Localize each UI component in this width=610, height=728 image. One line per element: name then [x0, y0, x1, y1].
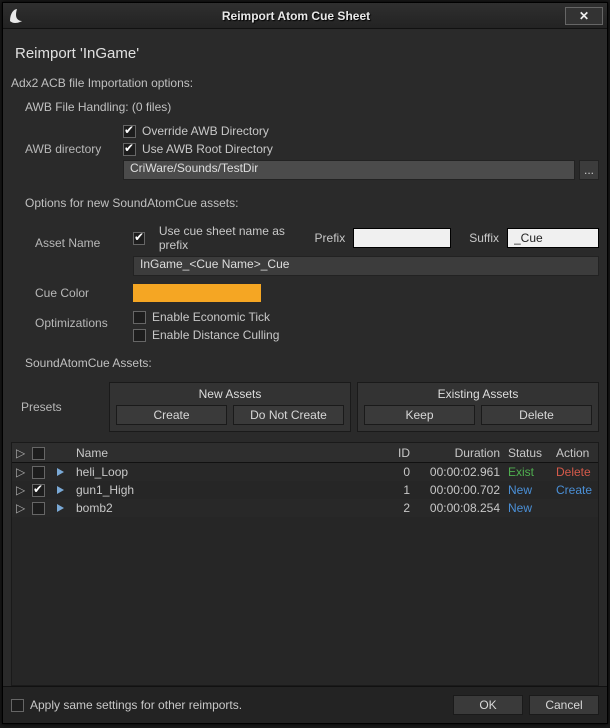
preset-keep-button[interactable]: Keep [364, 405, 475, 425]
existing-assets-group: Existing Assets Keep Delete [357, 382, 599, 432]
row-duration: 00:00:02.961 [414, 465, 504, 479]
awb-handling-label: AWB File Handling: (0 files) [25, 100, 599, 114]
row-expand-toggle[interactable]: ▷ [12, 483, 28, 497]
col-action[interactable]: Action [552, 446, 598, 460]
asset-name-preview: InGame_<Cue Name>_Cue [133, 256, 599, 276]
row-checkbox[interactable] [32, 466, 45, 479]
preset-delete-button[interactable]: Delete [481, 405, 592, 425]
preset-create-button[interactable]: Create [116, 405, 227, 425]
row-checkbox[interactable] [32, 502, 45, 515]
awb-path-input[interactable]: CriWare/Sounds/TestDir [123, 160, 575, 180]
play-icon[interactable] [48, 483, 72, 497]
row-name: bomb2 [72, 501, 378, 515]
footer: Apply same settings for other reimports.… [3, 686, 607, 723]
new-assets-group: New Assets Create Do Not Create [109, 382, 351, 432]
row-status: New [504, 501, 552, 515]
apply-same-settings-label: Apply same settings for other reimports. [30, 698, 242, 712]
col-name[interactable]: Name [72, 446, 378, 460]
awb-directory-label: AWB directory [25, 120, 123, 156]
table-body: ▷ heli_Loop000:00:02.961ExistDelete ▷ gun1_… [12, 463, 598, 517]
row-name: gun1_High [72, 483, 378, 497]
table-row[interactable]: ▷ bomb2200:00:08.254New [12, 499, 598, 517]
enable-economic-tick-checkbox[interactable] [133, 311, 146, 324]
asset-name-label: Asset Name [35, 220, 133, 250]
new-cue-options-label: Options for new SoundAtomCue assets: [11, 196, 599, 210]
enable-distance-culling-label: Enable Distance Culling [152, 328, 279, 342]
suffix-input[interactable] [507, 228, 599, 248]
row-id: 2 [378, 501, 414, 515]
override-awb-label: Override AWB Directory [142, 124, 269, 138]
use-awb-root-checkbox[interactable] [123, 143, 136, 156]
apply-same-settings-checkbox[interactable] [11, 699, 24, 712]
page-title: Reimport 'InGame' [11, 39, 599, 72]
row-status: New [504, 483, 552, 497]
existing-assets-title: Existing Assets [364, 387, 592, 401]
close-button[interactable]: ✕ [565, 7, 603, 25]
row-status: Exist [504, 465, 552, 479]
expand-all-toggle[interactable]: ▷ [12, 446, 28, 460]
preset-do-not-create-button[interactable]: Do Not Create [233, 405, 344, 425]
row-checkbox[interactable] [32, 484, 45, 497]
soundatomcue-assets-label: SoundAtomCue Assets: [11, 356, 599, 370]
use-awb-root-label: Use AWB Root Directory [142, 142, 273, 156]
row-expand-toggle[interactable]: ▷ [12, 465, 28, 479]
prefix-label: Prefix [315, 231, 346, 245]
cue-color-label: Cue Color [35, 286, 133, 300]
window-title: Reimport Atom Cue Sheet [27, 9, 565, 23]
row-expand-toggle[interactable]: ▷ [12, 501, 28, 515]
select-all-checkbox[interactable] [32, 447, 45, 460]
col-status[interactable]: Status [504, 446, 552, 460]
suffix-label: Suffix [469, 231, 499, 245]
use-cue-sheet-prefix-label: Use cue sheet name as prefix [159, 224, 301, 252]
override-awb-checkbox[interactable] [123, 125, 136, 138]
row-action: Create [552, 483, 598, 497]
enable-distance-culling-checkbox[interactable] [133, 329, 146, 342]
app-logo-icon [7, 6, 27, 26]
cancel-button[interactable]: Cancel [529, 695, 599, 715]
titlebar: Reimport Atom Cue Sheet ✕ [3, 3, 607, 29]
row-action: Delete [552, 465, 598, 479]
table-header: ▷ Name ID Duration Status Action [12, 443, 598, 463]
content: Reimport 'InGame' Adx2 ACB file Importat… [3, 29, 607, 686]
dialog-window: Reimport Atom Cue Sheet ✕ Reimport 'InGa… [2, 2, 608, 724]
row-duration: 00:00:08.254 [414, 501, 504, 515]
row-id: 0 [378, 465, 414, 479]
enable-economic-tick-label: Enable Economic Tick [152, 310, 270, 324]
browse-button[interactable]: ... [579, 160, 599, 180]
table-row[interactable]: ▷ gun1_High100:00:00.702NewCreate [12, 481, 598, 499]
cue-table: ▷ Name ID Duration Status Action ▷ heli_L… [11, 442, 599, 686]
table-row[interactable]: ▷ heli_Loop000:00:02.961ExistDelete [12, 463, 598, 481]
play-icon[interactable] [48, 501, 72, 515]
optimizations-label: Optimizations [35, 306, 133, 330]
presets-label: Presets [11, 382, 109, 432]
import-options-label: Adx2 ACB file Importation options: [11, 76, 599, 90]
ok-button[interactable]: OK [453, 695, 523, 715]
cue-color-swatch[interactable] [133, 284, 261, 302]
col-duration[interactable]: Duration [414, 446, 504, 460]
play-icon[interactable] [48, 465, 72, 479]
col-id[interactable]: ID [378, 446, 414, 460]
row-id: 1 [378, 483, 414, 497]
row-duration: 00:00:00.702 [414, 483, 504, 497]
use-cue-sheet-prefix-checkbox[interactable] [133, 232, 145, 245]
new-assets-title: New Assets [116, 387, 344, 401]
prefix-input[interactable] [353, 228, 451, 248]
row-name: heli_Loop [72, 465, 378, 479]
